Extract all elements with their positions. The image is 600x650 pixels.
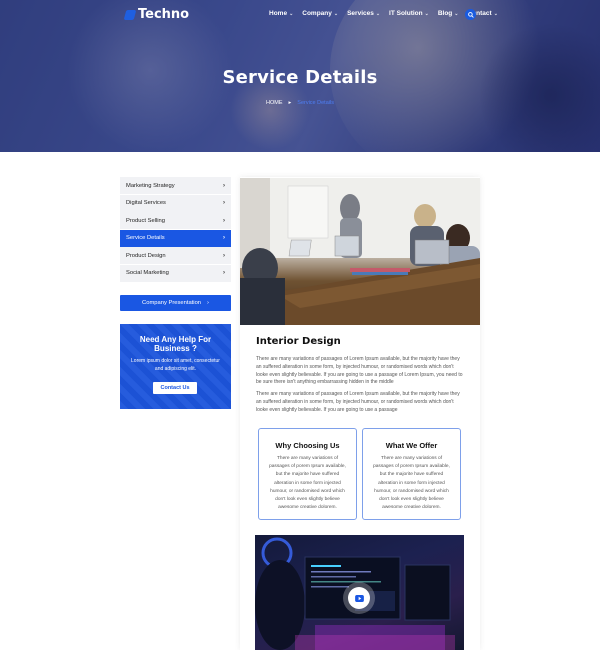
sidebar-item-label: Marketing Strategy <box>126 182 175 189</box>
page-title: Service Details <box>222 67 378 88</box>
nav-item-blog[interactable]: Blog ⌄ <box>438 10 459 17</box>
help-title: Need Any Help For Business ? <box>120 335 231 353</box>
nav-label: Company <box>302 10 332 17</box>
chevron-right-icon: › <box>223 252 225 259</box>
search-button[interactable] <box>465 9 476 20</box>
logo-text: Techno <box>138 7 190 22</box>
card-title: What We Offer <box>385 441 438 450</box>
services-sidebar: Marketing Strategy › Digital Services › Pr… <box>120 177 231 282</box>
chevron-right-icon: › <box>223 182 225 189</box>
sidebar-item-product-design[interactable]: Product Design › <box>120 247 231 264</box>
chevron-right-icon: › <box>207 300 209 306</box>
chevron-down-icon: ⌄ <box>454 10 459 17</box>
logo-mark-icon <box>123 9 137 20</box>
nav-label: Home <box>269 10 288 17</box>
what-we-offer-card: What We Offer There are many variations … <box>362 428 461 520</box>
card-text: There are many variations of passages of… <box>373 456 450 511</box>
chevron-down-icon: ⌄ <box>424 10 429 17</box>
nav-item-company[interactable]: Company ⌄ <box>302 10 338 17</box>
office-scene-illustration <box>240 178 480 325</box>
sidebar-item-product-selling[interactable]: Product Selling › <box>120 212 231 229</box>
description-paragraph: There are many variations of passages of… <box>256 356 463 386</box>
nav-item-it-solution[interactable]: IT Solution ⌄ <box>389 10 429 17</box>
sidebar-item-digital-services[interactable]: Digital Services › <box>120 194 231 212</box>
chevron-down-icon: ⌄ <box>493 10 498 17</box>
nav-item-services[interactable]: Services ⌄ <box>347 10 380 17</box>
nav-label: Blog <box>437 10 453 17</box>
description-paragraph: There are many variations of passages of… <box>256 391 460 413</box>
breadcrumb: HOME ▸ Service Details <box>0 100 600 106</box>
chevron-right-icon: › <box>223 200 225 206</box>
help-title-line: Business ? <box>154 344 197 353</box>
sidebar-item-service-details[interactable]: Service Details › <box>120 229 231 247</box>
chevron-right-icon: ▸ <box>288 100 292 106</box>
play-icon <box>354 594 364 602</box>
chevron-down-icon: ⌄ <box>375 10 381 17</box>
button-label: Company Presentation <box>142 300 202 306</box>
why-choosing-us-card: Why Choosing Us There are many variation… <box>258 428 357 520</box>
card-text: There are many variations of passages of… <box>269 456 346 511</box>
video-thumbnail[interactable] <box>255 535 464 650</box>
chevron-right-icon: › <box>223 235 225 241</box>
office-meeting-photo <box>240 178 480 325</box>
nav-item-home[interactable]: Home ⌄ <box>269 10 293 17</box>
chevron-right-icon: › <box>223 270 225 276</box>
nav-label: Services <box>347 10 374 17</box>
company-presentation-button[interactable]: Company Presentation › <box>120 295 231 311</box>
sidebar-item-label: Social Marketing <box>126 270 169 276</box>
chevron-down-icon: ⌄ <box>289 10 294 17</box>
help-callout: Need Any Help For Business ? Lorem ipsum… <box>120 324 231 409</box>
sidebar-item-label: Product Selling <box>126 217 165 224</box>
help-text: Lorem ipsum dolor sit amet, consectetur … <box>131 358 220 372</box>
play-button[interactable] <box>348 587 370 609</box>
breadcrumb-current: Service Details <box>297 100 334 106</box>
contact-us-button[interactable]: Contact Us <box>153 382 197 394</box>
chevron-down-icon: ⌄ <box>333 10 339 17</box>
service-content: Interior Design There are many variation… <box>240 177 480 650</box>
main-nav: Home ⌄ Company ⌄ Services ⌄ IT Solution ⌄ Bl… <box>269 10 498 17</box>
search-icon <box>467 11 474 18</box>
nav-label: IT Solution <box>389 10 423 17</box>
sidebar-item-label: Digital Services <box>126 200 166 206</box>
sidebar-item-label: Service Details <box>126 235 165 241</box>
chevron-right-icon: › <box>223 217 225 224</box>
sidebar-item-social-marketing[interactable]: Social Marketing › <box>120 264 231 282</box>
section-title: Interior Design <box>256 336 341 347</box>
site-logo[interactable]: Techno <box>123 7 190 22</box>
sidebar-item-marketing-strategy[interactable]: Marketing Strategy › <box>120 177 231 194</box>
card-title: Why Choosing Us <box>275 441 340 450</box>
help-title-line: Need Any Help For <box>139 335 212 344</box>
breadcrumb-home[interactable]: HOME <box>266 100 283 106</box>
sidebar-item-label: Product Design <box>126 252 166 259</box>
